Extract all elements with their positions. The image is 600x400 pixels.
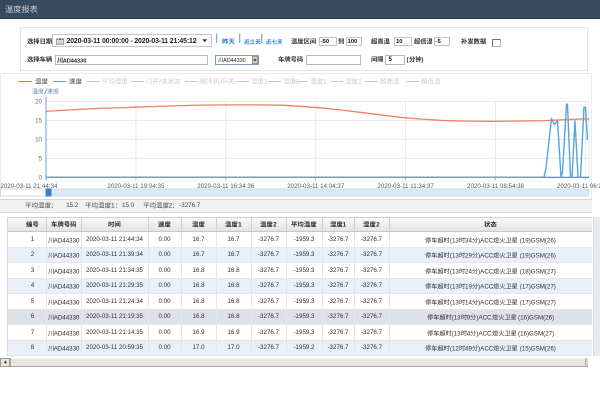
svg-text:10: 10 [35, 136, 42, 143]
svg-text:20: 20 [35, 99, 42, 106]
svg-text:0: 0 [39, 174, 43, 181]
svg-text:15: 15 [35, 117, 42, 124]
svg-text:5: 5 [39, 155, 43, 162]
